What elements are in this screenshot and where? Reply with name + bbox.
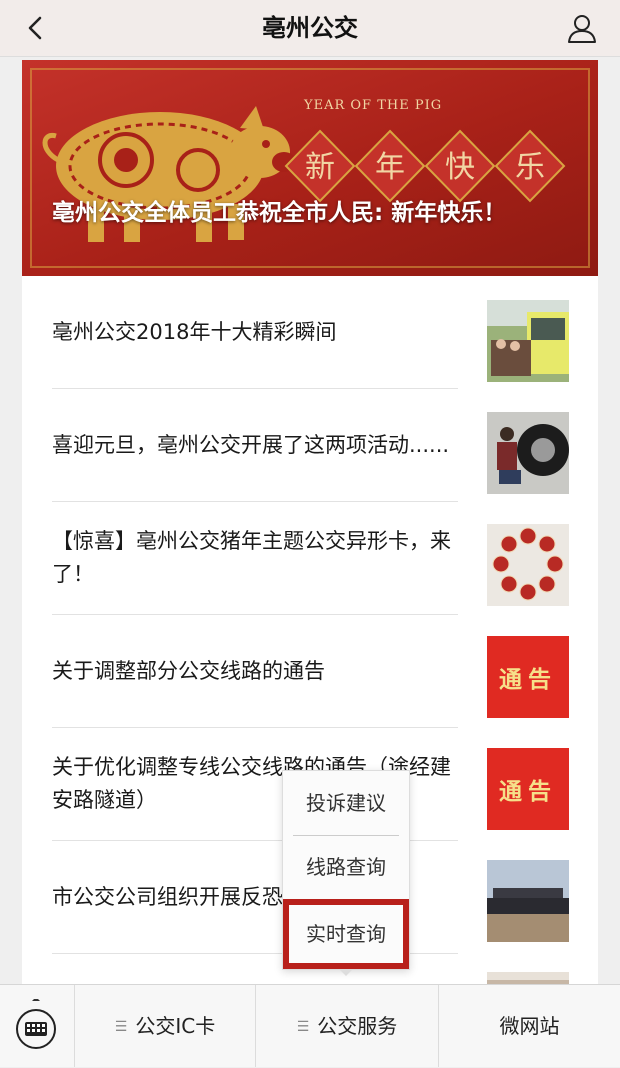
top-bar: 亳州公交 [0, 0, 620, 57]
char-4: 乐 [515, 150, 545, 185]
char-3: 快 [445, 150, 475, 185]
tire-repair-photo[interactable] [487, 412, 569, 494]
list-item[interactable]: 喜迎元旦，亳州公交开展了这两项活动...... [52, 389, 458, 502]
keyboard-icon[interactable] [12, 999, 60, 1053]
menu-lines-icon: ☰ [114, 1019, 128, 1035]
article-title: 关于调整部分公交线路的通告 [52, 658, 325, 683]
menu-item-route-query[interactable]: 线路查询 [283, 835, 409, 899]
tab-ic-card[interactable]: ☰ 公交IC卡 [75, 985, 255, 1067]
tab-label: 公交IC卡 [135, 1014, 216, 1038]
tab-label: 公交服务 [317, 1014, 398, 1038]
submenu-arrow [339, 969, 353, 976]
menu-lines-icon: ☰ [296, 1019, 310, 1035]
list-item[interactable]: 【惊喜】亳州公交猪年主题公交异形卡，来了！ [52, 502, 458, 615]
banner-caption: 亳州公交全体员工恭祝全市人民: 新年快乐！ [52, 200, 507, 226]
bus-cards-photo[interactable] [487, 524, 569, 606]
list-item[interactable]: 关于调整部分公交线路的通告 [52, 615, 458, 728]
notice-badge[interactable]: 通告 [487, 636, 569, 718]
year-of-pig-text: YEAR OF THE PIG [304, 98, 443, 113]
new-year-banner[interactable]: YEAR OF THE PIG 新 年 快 乐 亳州公交全体员工恭祝全市人民: … [22, 60, 598, 276]
service-submenu: 投诉建议 线路查询 实时查询 [282, 770, 410, 976]
partial-photo[interactable] [487, 972, 569, 984]
page-title: 亳州公交 [262, 14, 358, 42]
char-2: 年 [375, 150, 405, 185]
tab-label: 微网站 [499, 1014, 560, 1038]
notice-badge[interactable]: 通告 [487, 748, 569, 830]
article-title: 【惊喜】亳州公交猪年主题公交异形卡，来了！ [52, 529, 451, 586]
article-title: 亳州公交2018年十大精彩瞬间 [52, 319, 337, 344]
highlight-box [283, 899, 409, 969]
drill-photo[interactable] [487, 860, 569, 942]
user-icon[interactable] [566, 12, 598, 44]
tab-bus-service[interactable]: ☰ 公交服务 [256, 985, 438, 1067]
bottom-menu-bar: ☰ 公交IC卡 ☰ 公交服务 微网站 [0, 984, 620, 1067]
char-1: 新 [305, 150, 335, 185]
menu-item-complaint[interactable]: 投诉建议 [283, 771, 409, 835]
tab-micro-site[interactable]: 微网站 [439, 985, 620, 1067]
bus-photo[interactable] [487, 300, 569, 382]
article-title: 喜迎元旦，亳州公交开展了这两项活动...... [52, 432, 450, 457]
list-item[interactable]: 亳州公交2018年十大精彩瞬间 [52, 276, 458, 389]
